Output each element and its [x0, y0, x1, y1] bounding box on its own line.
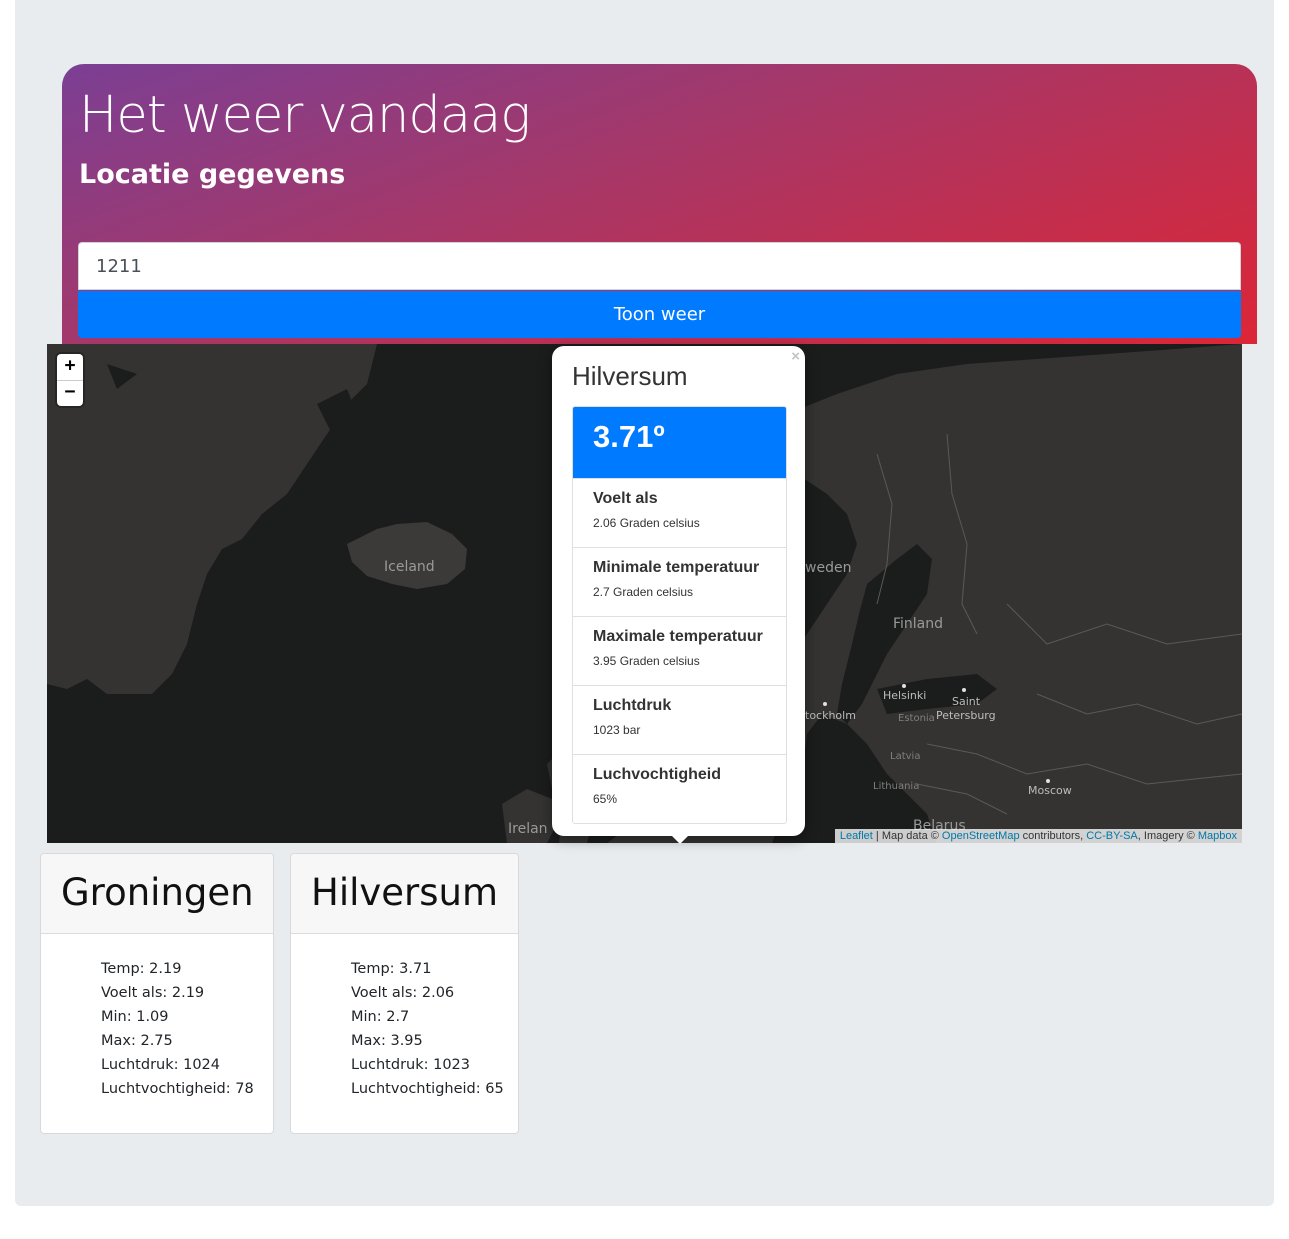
popup-temperature: 3.71º	[573, 407, 786, 478]
city-card-hilversum: Hilversum Temp: 3.71 Voelt als: 2.06 Min…	[290, 853, 519, 1134]
attribution-contributors: contributors,	[1019, 830, 1087, 842]
card-line: Luchtvochtigheid: 78	[101, 1081, 254, 1097]
toon-weer-button[interactable]: Toon weer	[78, 291, 1241, 338]
map-label-ireland: Irelan	[508, 821, 548, 837]
popup-item-label: Minimale temperatuur	[593, 559, 760, 576]
card-line: Luchtdruk: 1024	[101, 1057, 221, 1073]
leaflet-link[interactable]: Leaflet	[840, 830, 873, 842]
card-weather-list: Temp: 3.71 Voelt als: 2.06 Min: 2.7 Max:…	[291, 934, 518, 1101]
map-label-finland: Finland	[893, 616, 944, 632]
popup-item-voelt-als: Voelt als 2.06 Graden celsius	[573, 478, 786, 547]
popup-item-luchtvochtigheid: Luchvochtigheid 65%	[573, 754, 786, 823]
mapbox-link[interactable]: Mapbox	[1198, 830, 1237, 842]
attribution-map-data: | Map data ©	[872, 830, 942, 842]
city-card-groningen: Groningen Temp: 2.19 Voelt als: 2.19 Min…	[40, 853, 274, 1134]
popup-item-value: 1023 bar	[593, 723, 641, 737]
popup-item-min-temp: Minimale temperatuur 2.7 Graden celsius	[573, 547, 786, 616]
openstreetmap-link[interactable]: OpenStreetMap	[942, 830, 1020, 842]
card-line: Temp: 3.71	[351, 961, 432, 977]
moscow-dot	[1046, 779, 1050, 783]
attribution-imagery: , Imagery ©	[1137, 830, 1198, 842]
popup-item-value: 2.7 Graden celsius	[593, 585, 694, 599]
card-line: Luchtvochtigheid: 65	[351, 1081, 504, 1097]
card-line: Max: 3.95	[351, 1033, 423, 1049]
map-attribution: Leaflet | Map data © OpenStreetMap contr…	[834, 829, 1242, 843]
zoom-in-button[interactable]: +	[57, 354, 83, 381]
page-title: Het weer vandaag	[79, 86, 531, 145]
card-city-name: Groningen	[41, 854, 273, 934]
stockholm-dot	[823, 702, 827, 706]
page-container: Het weer vandaag Locatie gegevens Toon w…	[15, 0, 1274, 1206]
map-popup: × Hilversum 3.71º Voelt als 2.06 Graden …	[552, 346, 805, 844]
map-label-moscow: Moscow	[1028, 784, 1072, 797]
popup-close-icon[interactable]: ×	[791, 348, 800, 365]
popup-tip	[671, 835, 689, 844]
popup-item-value: 65%	[593, 792, 618, 806]
map-label-latvia: Latvia	[890, 751, 921, 762]
card-line: Voelt als: 2.19	[101, 985, 205, 1001]
saint-petersburg-dot	[962, 688, 966, 692]
popup-item-max-temp: Maximale temperatuur 3.95 Graden celsius	[573, 616, 786, 685]
popup-city: Hilversum	[572, 361, 688, 391]
map-label-estonia: Estonia	[898, 713, 935, 724]
zoom-out-button[interactable]: −	[57, 380, 83, 406]
weather-header: Het weer vandaag Locatie gegevens Toon w…	[62, 64, 1257, 344]
card-line: Luchtdruk: 1023	[351, 1057, 471, 1073]
map-label-iceland: Iceland	[384, 559, 435, 575]
popup-item-value: 2.06 Graden celsius	[593, 516, 700, 530]
license-link[interactable]: CC-BY-SA	[1086, 830, 1138, 842]
map-label-lithuania: Lithuania	[873, 781, 920, 792]
card-line: Temp: 2.19	[101, 961, 182, 977]
map-label-petersburg: Petersburg	[936, 709, 996, 722]
popup-item-label: Maximale temperatuur	[593, 628, 763, 645]
card-line: Min: 2.7	[351, 1009, 410, 1025]
map-label-saint: Saint	[952, 695, 981, 708]
card-weather-list: Temp: 2.19 Voelt als: 2.19 Min: 1.09 Max…	[41, 934, 273, 1101]
popup-item-label: Luchtdruk	[593, 697, 672, 714]
postcode-input[interactable]	[78, 242, 1241, 290]
popup-item-luchtdruk: Luchtdruk 1023 bar	[573, 685, 786, 754]
popup-item-value: 3.95 Graden celsius	[593, 654, 700, 668]
zoom-control: + −	[57, 354, 83, 406]
popup-weather-list: 3.71º Voelt als 2.06 Graden celsius Mini…	[572, 406, 787, 824]
popup-item-label: Voelt als	[593, 490, 658, 507]
card-city-name: Hilversum	[291, 854, 518, 934]
map-label-helsinki: Helsinki	[883, 689, 927, 702]
card-line: Min: 1.09	[101, 1009, 169, 1025]
map-label-stockholm: tockholm	[805, 709, 856, 722]
helsinki-dot	[902, 684, 906, 688]
card-line: Max: 2.75	[101, 1033, 173, 1049]
popup-item-label: Luchvochtigheid	[593, 766, 721, 783]
map-label-sweden: weden	[805, 560, 852, 576]
card-line: Voelt als: 2.06	[351, 985, 455, 1001]
page-subtitle: Locatie gegevens	[79, 159, 346, 190]
